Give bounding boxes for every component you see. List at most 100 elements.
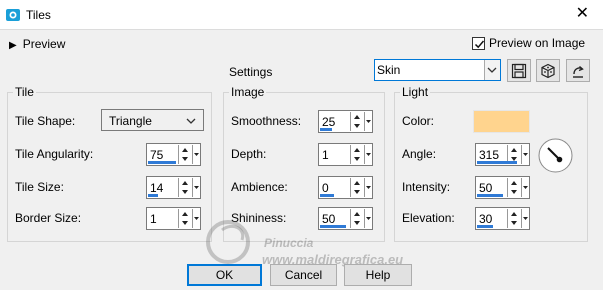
tile-size-value[interactable]: 14 (150, 181, 163, 195)
preview-toggle[interactable]: ▶ Preview (9, 37, 65, 51)
slider-level (477, 161, 517, 164)
slider-popup-button[interactable] (521, 178, 528, 197)
spinner-arrows[interactable] (507, 178, 528, 197)
tile-size-spinner[interactable]: 14 (146, 176, 201, 199)
slider-popup-button[interactable] (364, 112, 371, 131)
depth-label: Depth: (231, 147, 267, 161)
randomize-button[interactable] (536, 59, 560, 82)
arrow-down-icon[interactable] (508, 188, 520, 197)
depth-value[interactable]: 1 (322, 148, 329, 162)
arrow-up-icon[interactable] (351, 178, 363, 187)
slider-popup-button[interactable] (521, 209, 528, 228)
arrow-up-icon[interactable] (351, 145, 363, 154)
light-elevation-value[interactable]: 30 (479, 212, 492, 226)
tile-size-label: Tile Size: (15, 180, 64, 194)
arrow-down-icon[interactable] (351, 188, 363, 197)
smoothness-label: Smoothness: (231, 114, 302, 128)
arrow-down-icon[interactable] (179, 155, 191, 164)
slider-popup-button[interactable] (364, 145, 371, 164)
arrow-down-icon[interactable] (508, 219, 520, 228)
tile-group-title: Tile (13, 85, 36, 99)
tile-shape-dropdown[interactable]: Triangle (101, 109, 204, 131)
light-angle-dial[interactable] (538, 138, 573, 173)
settings-dropdown[interactable]: Skin (374, 59, 501, 81)
save-icon (511, 63, 527, 79)
checkbox-box[interactable] (472, 36, 485, 50)
caret-down-icon (194, 217, 199, 220)
settings-value: Skin (377, 63, 401, 77)
tile-shape-value: Triangle (109, 114, 152, 128)
light-color-label: Color: (402, 114, 435, 128)
caret-down-icon (366, 186, 371, 189)
caret-down-icon (366, 120, 371, 123)
slider-level (148, 161, 176, 164)
chevron-down-icon (487, 67, 497, 73)
preview-on-image-label: Preview on Image (489, 36, 586, 50)
arrow-up-icon[interactable] (179, 145, 191, 154)
window-title: Tiles (26, 8, 51, 22)
smoothness-value[interactable]: 25 (322, 115, 335, 129)
light-group-title: Light (400, 85, 431, 99)
title-bar: Tiles ✕ (0, 0, 603, 30)
slider-popup-button[interactable] (192, 178, 199, 197)
light-intensity-value[interactable]: 50 (479, 181, 492, 195)
light-angle-value[interactable]: 315 (479, 148, 499, 162)
spinner-arrows[interactable] (350, 112, 371, 131)
tile-angularity-spinner[interactable]: 75 (146, 143, 201, 166)
spinner-arrows[interactable] (178, 145, 199, 164)
light-elevation-spinner[interactable]: 30 (475, 207, 530, 230)
spinner-arrows[interactable] (178, 178, 199, 197)
arrow-up-icon[interactable] (508, 145, 520, 154)
arrow-down-icon[interactable] (351, 122, 363, 131)
arrow-up-icon[interactable] (508, 178, 520, 187)
spinner-arrows[interactable] (350, 178, 371, 197)
caret-down-icon (194, 153, 199, 156)
tile-angularity-label: Tile Angularity: (15, 147, 94, 161)
slider-popup-button[interactable] (192, 209, 199, 228)
save-preset-button[interactable] (507, 59, 531, 82)
depth-spinner[interactable]: 1 (318, 143, 373, 166)
help-button[interactable]: Help (344, 264, 412, 286)
app-icon (6, 9, 20, 21)
slider-level (320, 194, 334, 197)
arrow-down-icon[interactable] (179, 219, 191, 228)
settings-label: Settings (229, 65, 273, 79)
cancel-button[interactable]: Cancel (270, 264, 337, 286)
arrow-down-icon[interactable] (351, 155, 363, 164)
reset-button[interactable] (566, 59, 590, 82)
ambience-value[interactable]: 0 (322, 181, 329, 195)
spinner-arrows[interactable] (178, 209, 199, 228)
smoothness-spinner[interactable]: 25 (318, 110, 373, 133)
checkmark-icon (474, 40, 485, 48)
border-size-spinner[interactable]: 1 (146, 207, 201, 230)
arrow-down-icon[interactable] (179, 188, 191, 197)
slider-level (477, 225, 493, 228)
ok-button[interactable]: OK (187, 264, 262, 286)
slider-popup-button[interactable] (364, 178, 371, 197)
ambience-spinner[interactable]: 0 (318, 176, 373, 199)
spinner-arrows[interactable] (350, 145, 371, 164)
caret-down-icon (523, 217, 528, 220)
randomize-icon (541, 63, 555, 79)
close-button[interactable]: ✕ (576, 6, 589, 22)
border-size-value[interactable]: 1 (150, 212, 157, 226)
arrow-up-icon[interactable] (508, 209, 520, 218)
arrow-up-icon[interactable] (179, 209, 191, 218)
slider-popup-button[interactable] (192, 145, 199, 164)
caret-down-icon (194, 186, 199, 189)
caret-down-icon (366, 153, 371, 156)
dropdown-button[interactable] (484, 60, 500, 80)
light-intensity-spinner[interactable]: 50 (475, 176, 530, 199)
border-size-label: Border Size: (15, 211, 82, 225)
arrow-up-icon[interactable] (179, 178, 191, 187)
light-color-swatch[interactable] (473, 110, 530, 133)
spinner-arrows[interactable] (507, 209, 528, 228)
preview-on-image-checkbox[interactable]: Preview on Image (472, 36, 585, 50)
light-angle-label: Angle: (402, 147, 437, 161)
caret-down-icon (523, 186, 528, 189)
light-angle-spinner[interactable]: 315 (475, 143, 530, 166)
arrow-up-icon[interactable] (351, 112, 363, 121)
tile-angularity-value[interactable]: 75 (150, 148, 163, 162)
slider-popup-button[interactable] (521, 145, 528, 164)
image-group-title: Image (229, 85, 267, 99)
